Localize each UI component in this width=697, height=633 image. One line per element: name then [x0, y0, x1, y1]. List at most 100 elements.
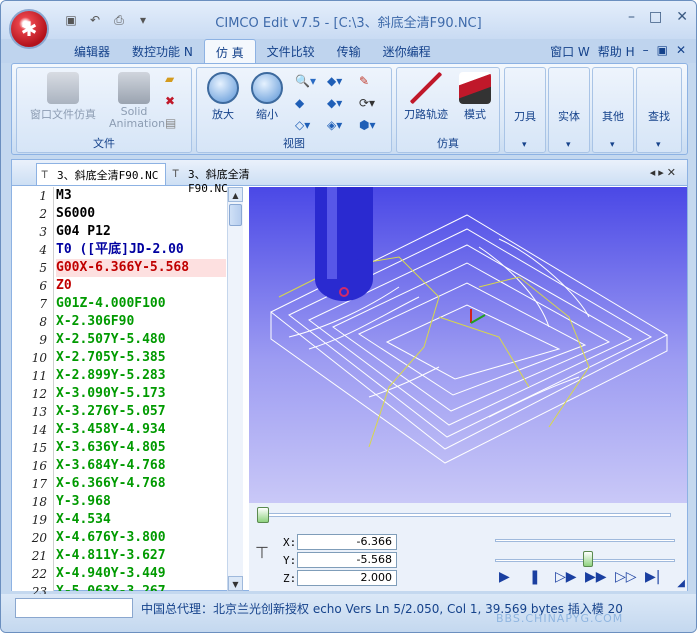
code-line[interactable]: Z0	[56, 277, 226, 295]
line-number: 20	[31, 531, 47, 545]
zoom-out-label: 缩小	[256, 108, 278, 121]
status-input-field[interactable]	[15, 598, 133, 618]
view-side-icon[interactable]: ◇▾	[295, 118, 310, 132]
pause-icon[interactable]: ❚	[529, 569, 541, 585]
line-number: 17	[31, 477, 47, 491]
pencil-icon[interactable]: ✎	[359, 74, 369, 88]
code-line[interactable]: X-2.507Y-5.480	[56, 331, 226, 349]
doc-tab-1[interactable]: ⊤ 3、斜底全清F90.NC	[36, 163, 166, 185]
tab-simulation[interactable]: 仿 真	[203, 39, 256, 63]
simulation-3d-view[interactable]	[249, 187, 687, 503]
tab-file-compare[interactable]: 文件比较	[256, 39, 326, 63]
tab-nc-functions[interactable]: 数控功能 N	[121, 39, 204, 63]
mdi-minimize-button[interactable]: –	[643, 43, 649, 60]
document-tab-bar: ⊤ 3、斜底全清F90.NC ⊤ 3、斜底全清F90.NC ◂▸✕	[12, 160, 687, 195]
zoom-window-icon[interactable]: 🔍▾	[295, 74, 316, 88]
code-line[interactable]: G01Z-4.000F100	[56, 295, 226, 313]
zoom-in-icon	[207, 72, 239, 104]
editor-frame: ⊤ 3、斜底全清F90.NC ⊤ 3、斜底全清F90.NC ◂▸✕ 123456…	[11, 159, 688, 599]
code-line[interactable]: X-6.366Y-4.768	[56, 475, 226, 493]
z-coord-label: Z:	[283, 572, 297, 585]
minimize-button[interactable]: –	[628, 9, 635, 25]
code-line[interactable]: S6000	[56, 205, 226, 223]
zoom-in-button[interactable]: 放大	[203, 72, 243, 122]
close-sim-icon[interactable]: ✖	[165, 94, 175, 108]
tab-editor[interactable]: 编辑器	[63, 39, 121, 63]
code-line[interactable]: X-2.899Y-5.283	[56, 367, 226, 385]
code-line[interactable]: T0 ([平底]JD-2.00	[56, 241, 226, 259]
line-number: 19	[31, 513, 47, 527]
code-line[interactable]: X-4.676Y-3.800	[56, 529, 226, 547]
play-icon[interactable]: ▶	[499, 569, 510, 585]
view-front-icon[interactable]: ◆▾	[327, 96, 342, 110]
line-number: 10	[31, 351, 47, 365]
open-folder-icon[interactable]: ▰	[165, 72, 174, 86]
editor-vertical-scrollbar[interactable]: ▲ ▼	[227, 187, 243, 591]
tool-button-label: 刀具	[514, 110, 536, 123]
view-top-icon[interactable]: ◆	[295, 96, 304, 110]
code-line[interactable]: X-3.090Y-5.173	[56, 385, 226, 403]
code-line[interactable]: X-3.458Y-4.934	[56, 421, 226, 439]
code-line[interactable]: X-4.940Y-3.449	[56, 565, 226, 583]
tool-group[interactable]: 刀具 ▾	[504, 67, 546, 153]
code-line[interactable]: X-2.705Y-5.385	[56, 349, 226, 367]
solid-button-label: 实体	[558, 110, 580, 123]
scroll-up-icon[interactable]: ▲	[228, 187, 243, 202]
step-forward-icon[interactable]: ▷▶	[555, 569, 577, 585]
code-line[interactable]: X-3.276Y-5.057	[56, 403, 226, 421]
code-line[interactable]: X-3.636Y-4.805	[56, 439, 226, 457]
goto-end-icon[interactable]: ▶|	[645, 569, 660, 585]
mdi-restore-button[interactable]: ▣	[657, 43, 668, 60]
progress-track[interactable]	[259, 513, 671, 517]
code-line[interactable]: G04 P12	[56, 223, 226, 241]
step-end-icon[interactable]: ▶▶	[585, 569, 607, 585]
code-line[interactable]: Y-3.968	[56, 493, 226, 511]
doc-tab-2[interactable]: ⊤ 3、斜底全清F90.NC	[168, 163, 294, 195]
solid-animation-icon	[118, 72, 150, 104]
tab-transfer[interactable]: 传输	[326, 39, 372, 63]
view-group-label: 视图	[283, 137, 305, 150]
shade-icon[interactable]: ⬢▾	[359, 118, 376, 132]
maximize-button[interactable]: □	[649, 9, 662, 25]
help-menu[interactable]: 帮助 H	[598, 43, 635, 60]
window-file-sim-button[interactable]: 窗口文件仿真	[23, 72, 103, 122]
line-number: 13	[31, 405, 47, 419]
ribbon-panel: 窗口文件仿真 Solid Animation ▰ ✖ ▤ 文件 放大 缩小 🔍▾…	[11, 63, 688, 155]
code-editor[interactable]: M3 S6000 G04 P12 T0 ([平底]JD-2.00 G00X-6.366Y…	[56, 187, 226, 591]
mode-button[interactable]: 模式	[453, 72, 497, 122]
mdi-close-button[interactable]: ✕	[676, 43, 686, 60]
code-line[interactable]: X-3.684Y-4.768	[56, 457, 226, 475]
file-group: 窗口文件仿真 Solid Animation ▰ ✖ ▤ 文件	[16, 67, 192, 153]
solid-group[interactable]: 实体 ▾	[548, 67, 590, 153]
close-button[interactable]: ✕	[676, 9, 688, 25]
x-coord-label: X:	[283, 536, 297, 549]
speed-slider-thumb[interactable]	[583, 551, 593, 567]
find-group[interactable]: 查找 ▾	[636, 67, 682, 153]
scroll-thumb[interactable]	[229, 204, 242, 226]
solid-animation-button[interactable]: Solid Animation	[109, 72, 166, 130]
application-menu-button[interactable]: ✱	[9, 9, 49, 49]
other-group[interactable]: 其他 ▾	[592, 67, 634, 153]
fast-forward-icon[interactable]: ▷▷	[615, 569, 637, 585]
window-menu[interactable]: 窗口 W	[550, 43, 590, 60]
toolpath-button[interactable]: 刀路轨迹	[401, 72, 451, 122]
code-line[interactable]: X-4.811Y-3.627	[56, 547, 226, 565]
tab-navigation[interactable]: ◂▸✕	[650, 166, 679, 179]
rotate-icon[interactable]: ⟳▾	[359, 96, 375, 110]
tab-mini-programming[interactable]: 迷你编程	[372, 39, 442, 63]
view-iso-icon[interactable]: ◆▾	[327, 74, 342, 88]
title-bar: ▣ ↶ ⎙ ▾ CIMCO Edit v7.5 - [C:\3、斜底全清F90.…	[1, 1, 696, 39]
settings-icon[interactable]: ▤	[165, 116, 176, 130]
code-line[interactable]: M3	[56, 187, 226, 205]
code-line[interactable]: X-4.534	[56, 511, 226, 529]
zoom-out-button[interactable]: 缩小	[247, 72, 287, 122]
toolpath-wireframe	[270, 187, 669, 464]
code-line[interactable]: X-2.306F90	[56, 313, 226, 331]
scroll-down-icon[interactable]: ▼	[228, 576, 243, 591]
view-fit-icon[interactable]: ◈▾	[327, 118, 342, 132]
progress-slider-thumb[interactable]	[257, 507, 269, 523]
code-line[interactable]: G00X-6.366Y-5.568	[56, 259, 226, 277]
code-line[interactable]: X-5.063Y-3.267	[56, 583, 226, 591]
speed-track[interactable]	[495, 539, 675, 542]
animation-label: Animation	[109, 117, 166, 130]
